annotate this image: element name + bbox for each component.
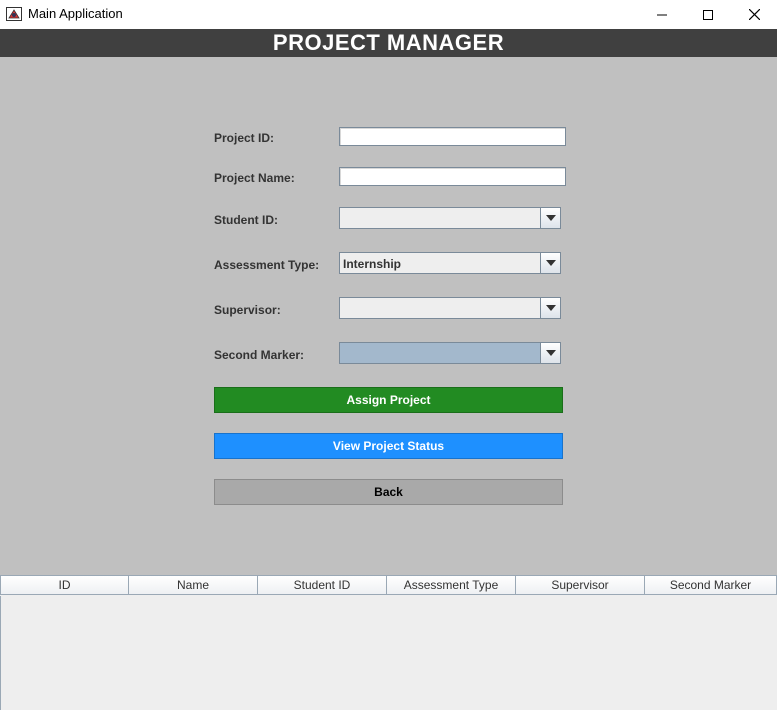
window-title: Main Application [28, 6, 123, 21]
supervisor-dropdown[interactable] [339, 297, 561, 319]
minimize-icon [657, 14, 667, 15]
column-header-supervisor[interactable]: Supervisor [516, 575, 645, 595]
chevron-down-icon[interactable] [540, 298, 560, 318]
window-titlebar: Main Application [0, 0, 777, 29]
maximize-icon [703, 9, 713, 20]
project-id-label: Project ID: [214, 131, 275, 145]
project-id-field[interactable] [339, 127, 566, 146]
second-marker-dropdown[interactable] [339, 342, 561, 364]
student-id-dropdown[interactable] [339, 207, 561, 229]
student-id-label: Student ID: [214, 213, 278, 227]
column-header-name[interactable]: Name [129, 575, 258, 595]
java-app-icon [6, 6, 22, 22]
second-marker-label: Second Marker: [214, 348, 305, 362]
project-name-field[interactable] [339, 167, 566, 186]
assessment-type-label: Assessment Type: [214, 258, 320, 272]
project-form: Project ID: Project Name: Student ID: As… [0, 57, 777, 575]
project-name-label: Project Name: [214, 171, 295, 185]
close-button[interactable] [731, 0, 777, 29]
column-header-student-id[interactable]: Student ID [258, 575, 387, 595]
maximize-button[interactable] [685, 0, 731, 29]
column-header-second-marker[interactable]: Second Marker [645, 575, 777, 595]
page-title: PROJECT MANAGER [272, 30, 505, 55]
chevron-down-icon[interactable] [540, 343, 560, 363]
assessment-type-value: Internship [343, 257, 402, 271]
assessment-type-dropdown[interactable]: Internship [339, 252, 561, 274]
close-icon [748, 9, 760, 20]
column-header-assessment-type[interactable]: Assessment Type [387, 575, 516, 595]
view-project-status-button[interactable]: View Project Status [214, 433, 563, 459]
projects-table: ID Name Student ID Assessment Type Super… [0, 575, 777, 710]
column-header-id[interactable]: ID [0, 575, 129, 595]
table-body[interactable] [0, 596, 777, 710]
assign-project-button[interactable]: Assign Project [214, 387, 563, 413]
table-header: ID Name Student ID Assessment Type Super… [0, 575, 777, 596]
supervisor-label: Supervisor: [214, 303, 281, 317]
app-header: PROJECT MANAGER [0, 29, 777, 57]
chevron-down-icon[interactable] [540, 208, 560, 228]
chevron-down-icon[interactable] [540, 253, 560, 273]
back-button[interactable]: Back [214, 479, 563, 505]
minimize-button[interactable] [639, 0, 685, 29]
